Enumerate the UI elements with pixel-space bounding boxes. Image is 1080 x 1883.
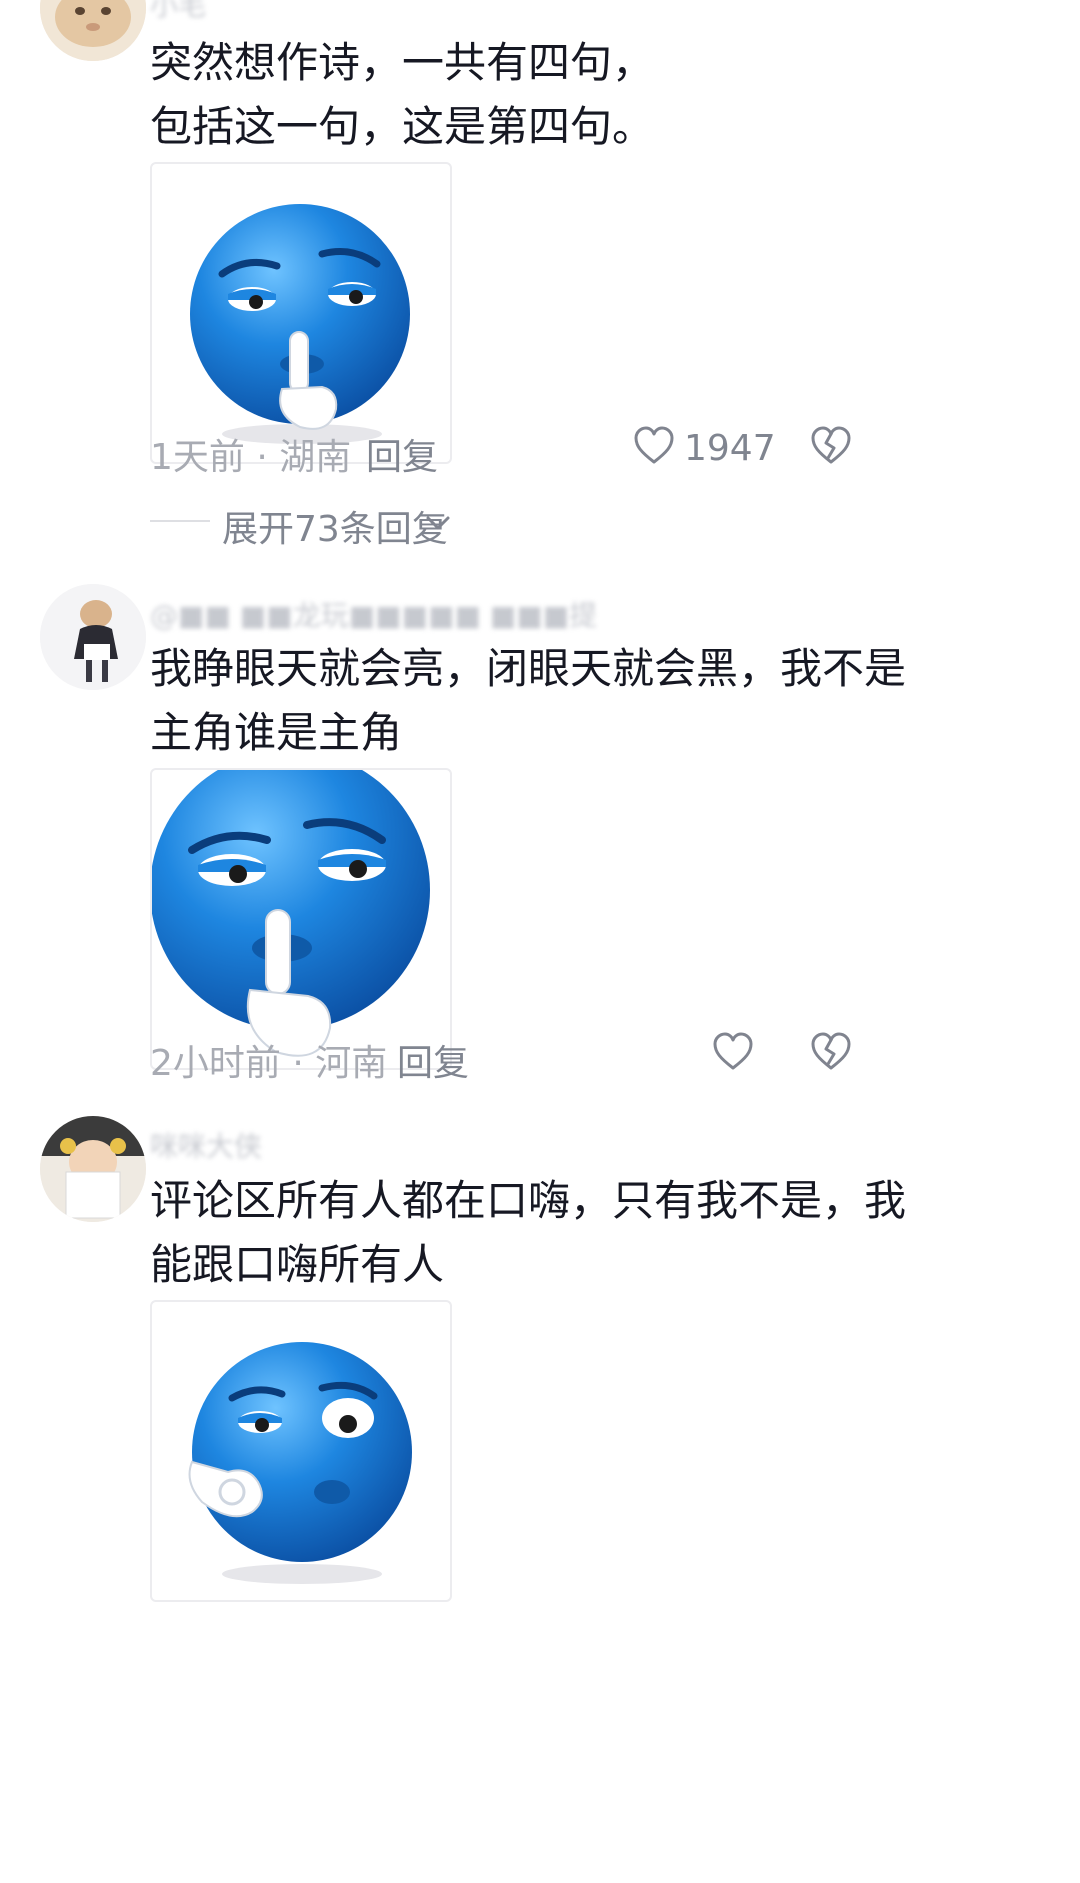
time-location: 2小时前 · 河南 — [150, 1043, 388, 1084]
username[interactable]: @■■ ■■龙玩■■■■■ ■■■提 — [150, 594, 597, 634]
ok-emoji-icon — [188, 1342, 412, 1584]
comment-text-line: 能跟口嗨所有人 — [150, 1240, 445, 1289]
like-button[interactable] — [633, 426, 675, 466]
reply-button[interactable]: 回复 — [366, 428, 438, 480]
avatar[interactable] — [40, 1116, 146, 1222]
sticker-image[interactable] — [150, 768, 452, 1070]
heart-outline-icon — [713, 1032, 753, 1070]
avatar[interactable] — [40, 584, 146, 690]
avatar[interactable] — [40, 0, 146, 61]
sticker-image[interactable] — [150, 1300, 452, 1602]
broken-heart-icon — [811, 426, 851, 464]
shush-emoji-icon — [152, 770, 430, 1057]
heart-outline-icon — [634, 426, 674, 464]
username[interactable]: 咪咪大侠 — [150, 1125, 262, 1165]
divider — [150, 520, 210, 522]
shush-emoji-icon — [190, 204, 410, 444]
time-location: 1天前 · 湖南 — [150, 437, 352, 478]
dislike-button[interactable] — [810, 426, 852, 466]
comment-text-line: 包括这一句，这是第四句。 — [150, 102, 655, 151]
broken-heart-icon — [811, 1032, 851, 1070]
sticker-image[interactable] — [150, 162, 452, 464]
like-button[interactable] — [712, 1032, 754, 1072]
comment-text-line: 主角谁是主角 — [150, 708, 403, 757]
dislike-button[interactable] — [810, 1032, 852, 1072]
expand-replies-button[interactable]: 展开73条回复 — [222, 500, 448, 552]
chevron-down-icon[interactable] — [425, 515, 451, 537]
like-count: 1947 — [684, 428, 776, 469]
reply-button[interactable]: 回复 — [397, 1034, 469, 1086]
username[interactable]: 小毛 — [150, 0, 206, 24]
